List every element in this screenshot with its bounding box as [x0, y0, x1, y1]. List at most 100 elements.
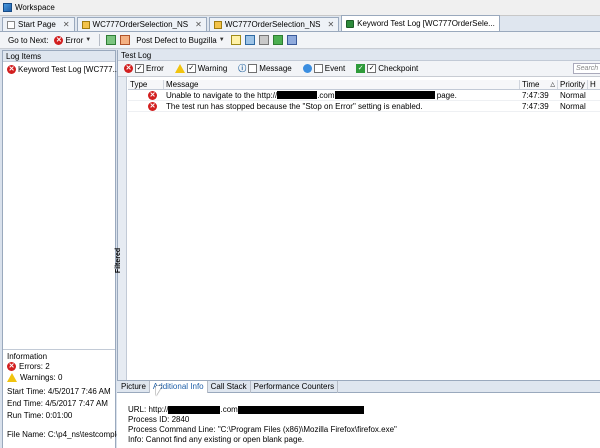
tab-order-selection-2[interactable]: WC777OrderSelection_NS ✕	[208, 17, 340, 31]
column-h[interactable]: H	[588, 80, 600, 89]
filter-label: Warning	[197, 64, 228, 73]
redacted-text	[237, 405, 364, 414]
options-icon[interactable]	[286, 35, 297, 45]
column-time-label: Time	[522, 80, 540, 89]
grid-header: Type Message Time △ Priority H	[128, 80, 600, 90]
redacted-text	[334, 91, 435, 100]
info-process-id: Process ID: 2840	[128, 415, 190, 424]
errors-count: Errors: 2	[19, 362, 50, 371]
test-log-header: Test Log	[118, 50, 600, 61]
tab-call-stack[interactable]: Call Stack	[208, 381, 251, 393]
filter-event[interactable]: Event	[302, 64, 346, 73]
export-icon[interactable]	[244, 35, 255, 45]
row-type: ✕	[128, 101, 164, 111]
tab-label: Keyword Test Log [WC777OrderSele...	[357, 19, 495, 28]
error-icon: ✕	[54, 35, 64, 45]
tab-performance-counters[interactable]: Performance Counters	[251, 381, 339, 393]
mouse-cursor	[156, 386, 162, 396]
warning-checkbox[interactable]: ✓	[186, 64, 196, 73]
error-icon: ✕	[7, 65, 16, 74]
warnings-count: Warnings: 0	[20, 373, 63, 382]
url-text: URL: http://	[128, 405, 169, 414]
search-input[interactable]: Search	[573, 63, 600, 74]
print-icon[interactable]	[258, 35, 269, 45]
tab-label: WC777OrderSelection_NS	[92, 20, 189, 29]
log-icon	[346, 19, 355, 28]
log-items-panel: Log Items ✕ Keyword Test Log [WC777... I…	[2, 50, 130, 448]
chevron-down-icon[interactable]: ▼	[85, 37, 91, 43]
chevron-down-icon[interactable]: ▼	[219, 37, 225, 43]
error-icon: ✕	[148, 91, 157, 100]
message-checkbox[interactable]	[248, 64, 258, 73]
row-priority: Normal	[560, 90, 586, 100]
tab-label: WC777OrderSelection_NS	[224, 20, 321, 29]
tab-start-page[interactable]: Start Page ✕	[2, 17, 75, 31]
close-icon[interactable]: ✕	[63, 20, 70, 29]
warning-icon	[174, 64, 185, 73]
log-items-header: Log Items	[3, 51, 115, 62]
redacted-text	[168, 405, 221, 414]
filter-message[interactable]: ⓘ Message	[238, 63, 292, 74]
row-message: The test run has stopped because the "St…	[166, 101, 423, 111]
checkpoint-checkbox[interactable]: ✓	[367, 64, 377, 73]
filter-warning[interactable]: ✓ Warning	[174, 64, 228, 73]
row-time: 7:47:39	[522, 90, 549, 100]
column-message[interactable]: Message	[164, 80, 520, 89]
message-text: .com	[317, 90, 335, 100]
keyword-test-icon	[81, 20, 90, 29]
filtered-label: Filtered	[115, 247, 123, 274]
tab-picture[interactable]: Picture	[118, 381, 150, 393]
sort-asc-icon: △	[550, 82, 555, 88]
file-name: File Name: C:\p4_ns\testcomplete\	[7, 430, 130, 439]
row-message: Unable to navigate to the http:// .com pa…	[164, 91, 520, 100]
tab-order-selection-1[interactable]: WC777OrderSelection_NS ✕	[76, 17, 207, 31]
post-defect-bugzilla-button[interactable]: Post Defect to Bugzilla ▼	[134, 34, 226, 47]
table-row[interactable]: ✕ Unable to navigate to the http:// .com …	[128, 90, 600, 101]
row-type: ✕	[128, 90, 164, 100]
message-text: page.	[436, 90, 457, 100]
keyword-test-icon	[213, 20, 222, 29]
table-row[interactable]: ✕ The test run has stopped because the "…	[128, 101, 600, 112]
error-icon: ✕	[7, 362, 16, 371]
errors-row: ✕ Errors: 2	[7, 362, 50, 371]
row-priority: Normal	[560, 101, 586, 111]
column-time[interactable]: Time △	[520, 80, 558, 89]
error-icon: ✕	[148, 102, 157, 111]
log-grid: Type Message Time △ Priority H ✕ Unable …	[128, 80, 600, 112]
test-log-panel: Test Log ✕ ✓ Error ✓ Warning ⓘ Message E…	[115, 50, 600, 380]
window-titlebar: Workspace	[0, 0, 600, 16]
tree-item-label: Keyword Test Log [WC777...	[18, 65, 120, 74]
tree-item-keyword-test-log[interactable]: ✕ Keyword Test Log [WC777...	[7, 65, 119, 74]
expand-icon[interactable]	[106, 35, 117, 45]
tab-keyword-test-log[interactable]: Keyword Test Log [WC777OrderSele...	[341, 15, 500, 31]
checkpoint-icon: ✓	[356, 64, 366, 73]
details-pane: Picture Additional Info Call Stack Perfo…	[117, 380, 600, 448]
close-icon[interactable]: ✕	[327, 20, 334, 29]
goto-error-label: Error	[65, 35, 84, 45]
goto-next-label: Go to Next:	[8, 35, 49, 45]
additional-info-content: URL: http:// .com Process ID: 2840 Proces…	[128, 405, 397, 445]
info-url: URL: http:// .com	[128, 405, 397, 415]
filter-error[interactable]: ✕ ✓ Error	[124, 64, 164, 73]
filter-checkpoint[interactable]: ✓ ✓ Checkpoint	[356, 64, 418, 73]
note-icon[interactable]	[230, 35, 241, 45]
filter-label: Event	[324, 64, 346, 73]
filter-label: Message	[259, 64, 292, 73]
goto-next-error-button[interactable]: ✕ Error ▼	[52, 34, 93, 47]
redacted-text	[277, 91, 318, 100]
event-checkbox[interactable]	[313, 64, 323, 73]
information-box: Information ✕ Errors: 2 Warnings: 0 Star…	[3, 349, 130, 448]
close-icon[interactable]: ✕	[195, 20, 202, 29]
column-priority[interactable]: Priority	[558, 80, 588, 89]
end-time: End Time: 4/5/2017 7:47 AM	[7, 399, 108, 408]
log-filter-bar: ✕ ✓ Error ✓ Warning ⓘ Message Event ✓ ✓ …	[118, 61, 600, 77]
warnings-row: Warnings: 0	[7, 373, 62, 382]
start-time: Start Time: 4/5/2017 7:46 AM	[7, 387, 111, 396]
refresh-icon[interactable]	[272, 35, 283, 45]
page-icon	[7, 20, 15, 29]
tab-label: Start Page	[18, 20, 56, 29]
error-checkbox[interactable]: ✓	[135, 64, 144, 73]
message-icon: ⓘ	[238, 64, 247, 73]
column-type[interactable]: Type	[128, 80, 164, 89]
info-command-line: Process Command Line: "C:\Program Files …	[128, 425, 397, 434]
